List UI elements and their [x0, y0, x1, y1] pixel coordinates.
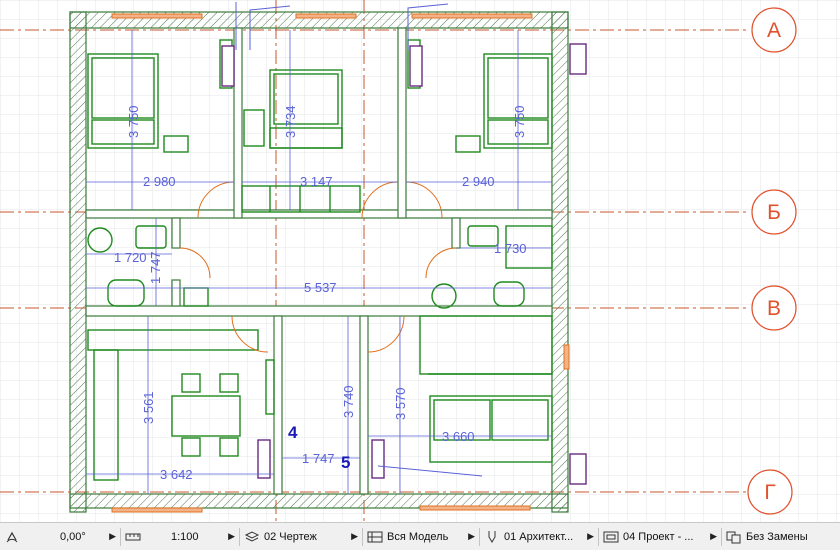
dim-bedroom-center-width: 3 147 [300, 174, 333, 189]
axis-label-v: В [767, 297, 781, 320]
arrow-right-icon: ▶ [468, 531, 475, 541]
dim-kitchen-depth: 3 561 [141, 391, 156, 424]
axis-label-b: Б [767, 201, 781, 224]
dim-living-width: 3 660 [442, 429, 475, 444]
override-control[interactable]: Без Замены [722, 523, 840, 550]
dim-bedroom-left-depth: 3 750 [126, 105, 141, 138]
dim-bath-right-width: 1 730 [494, 241, 527, 256]
dim-bedroom-center-depth: 3 734 [283, 105, 298, 138]
marker-5: 5 [341, 453, 350, 472]
axis-label-a: А [767, 19, 781, 42]
dim-hall-depth: 3 740 [341, 385, 356, 418]
ruler-icon [125, 530, 141, 544]
dim-living-depth: 3 570 [393, 387, 408, 420]
scale-value: 1:100 [171, 530, 199, 543]
dim-bedroom-right-width: 2 940 [462, 174, 495, 189]
arrow-right-icon: ▶ [587, 531, 594, 541]
dim-bedroom-left-width: 2 980 [143, 174, 176, 189]
angle-value: 0,00° [60, 530, 86, 543]
status-bar: 0,00° ▶ 1:100 ▶ 02 Чертеж ▶ Вся Модель ▶… [0, 522, 840, 550]
arrow-right-icon: ▶ [228, 531, 235, 541]
floor-plan-canvas[interactable]: 3 750 3 734 3 750 2 980 3 147 2 940 1 72… [0, 0, 840, 522]
document-view-icon [603, 530, 619, 544]
rotate-icon [4, 530, 20, 544]
view-value: 04 Проект - ... [623, 530, 694, 543]
pen-set-value: 01 Архитект... [504, 530, 574, 543]
dim-bath-left-depth: 1 747 [148, 251, 163, 284]
arrow-right-icon: ▶ [351, 531, 358, 541]
dim-bedroom-right-depth: 3 750 [512, 105, 527, 138]
marker-4: 4 [288, 423, 298, 442]
dim-kitchen-width: 3 642 [160, 467, 193, 482]
model-value: Вся Модель [387, 530, 449, 543]
pen-set-control[interactable]: 01 Архитект... ▶ [480, 523, 598, 550]
dim-corridor-length: 5 537 [304, 280, 337, 295]
layers-icon [244, 530, 260, 544]
arrow-right-icon: ▶ [710, 531, 717, 541]
override-value: Без Замены [746, 530, 808, 543]
layer-control[interactable]: 02 Чертеж ▶ [240, 523, 362, 550]
scale-control[interactable]: 1:100 ▶ [121, 523, 239, 550]
dim-hall-width: 1 747 [302, 451, 335, 466]
angle-control[interactable]: 0,00° ▶ [0, 523, 120, 550]
pen-icon [484, 530, 500, 544]
dim-bath-left-width: 1 720 [114, 250, 147, 265]
model-view-icon [367, 530, 383, 544]
axis-label-g: Г [764, 481, 775, 504]
arrow-right-icon: ▶ [109, 531, 116, 541]
model-control[interactable]: Вся Модель ▶ [363, 523, 479, 550]
view-control[interactable]: 04 Проект - ... ▶ [599, 523, 721, 550]
override-icon [726, 530, 742, 544]
layer-value: 02 Чертеж [264, 530, 317, 543]
